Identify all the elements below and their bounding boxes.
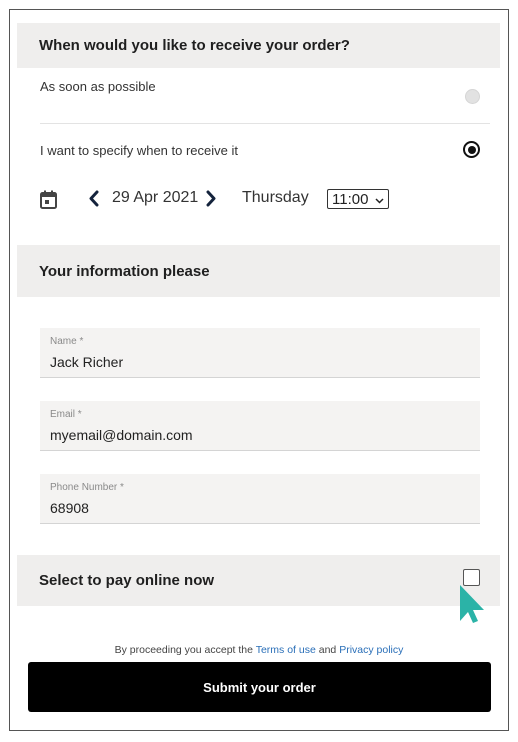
option-divider (40, 123, 490, 124)
email-field[interactable]: Email * myemail@domain.com (40, 401, 480, 451)
pay-online-header: Select to pay online now (17, 555, 500, 606)
date-picker-row: 29 Apr 2021 Thursday 11:00 (40, 188, 480, 212)
terms-of-use-link[interactable]: Terms of use (256, 644, 316, 656)
chevron-right-icon[interactable] (206, 190, 217, 212)
terms-prefix: By proceeding you accept the (114, 644, 253, 656)
email-field-value[interactable]: myemail@domain.com (50, 427, 193, 443)
terms-notice: By proceeding you accept the Terms of us… (10, 644, 508, 656)
chevron-left-icon[interactable] (88, 190, 99, 212)
specify-radio[interactable] (463, 141, 480, 158)
mouse-cursor-icon (459, 584, 486, 629)
selected-weekday: Thursday (242, 189, 309, 206)
phone-field[interactable]: Phone Number * 68908 (40, 474, 480, 524)
time-select[interactable]: 11:00 (327, 189, 389, 209)
chevron-down-icon (375, 198, 384, 204)
delivery-time-header: When would you like to receive your orde… (17, 23, 500, 68)
calendar-icon[interactable] (40, 190, 57, 214)
email-field-label: Email * (50, 409, 82, 420)
phone-field-value[interactable]: 68908 (50, 500, 89, 516)
order-form: When would you like to receive your orde… (9, 9, 509, 731)
your-info-header: Your information please (17, 245, 500, 297)
time-select-value: 11:00 (332, 191, 369, 208)
selected-date: 29 Apr 2021 (112, 189, 199, 206)
name-field-label: Name * (50, 336, 84, 347)
option-asap-label[interactable]: As soon as possible (40, 79, 156, 94)
name-field-value[interactable]: Jack Richer (50, 354, 123, 370)
option-specify-label[interactable]: I want to specify when to receive it (40, 143, 238, 158)
privacy-policy-link[interactable]: Privacy policy (339, 644, 403, 656)
asap-radio[interactable] (465, 89, 480, 104)
terms-and: and (318, 644, 337, 656)
phone-field-label: Phone Number * (50, 482, 124, 493)
submit-order-button[interactable]: Submit your order (28, 662, 491, 712)
name-field[interactable]: Name * Jack Richer (40, 328, 480, 378)
